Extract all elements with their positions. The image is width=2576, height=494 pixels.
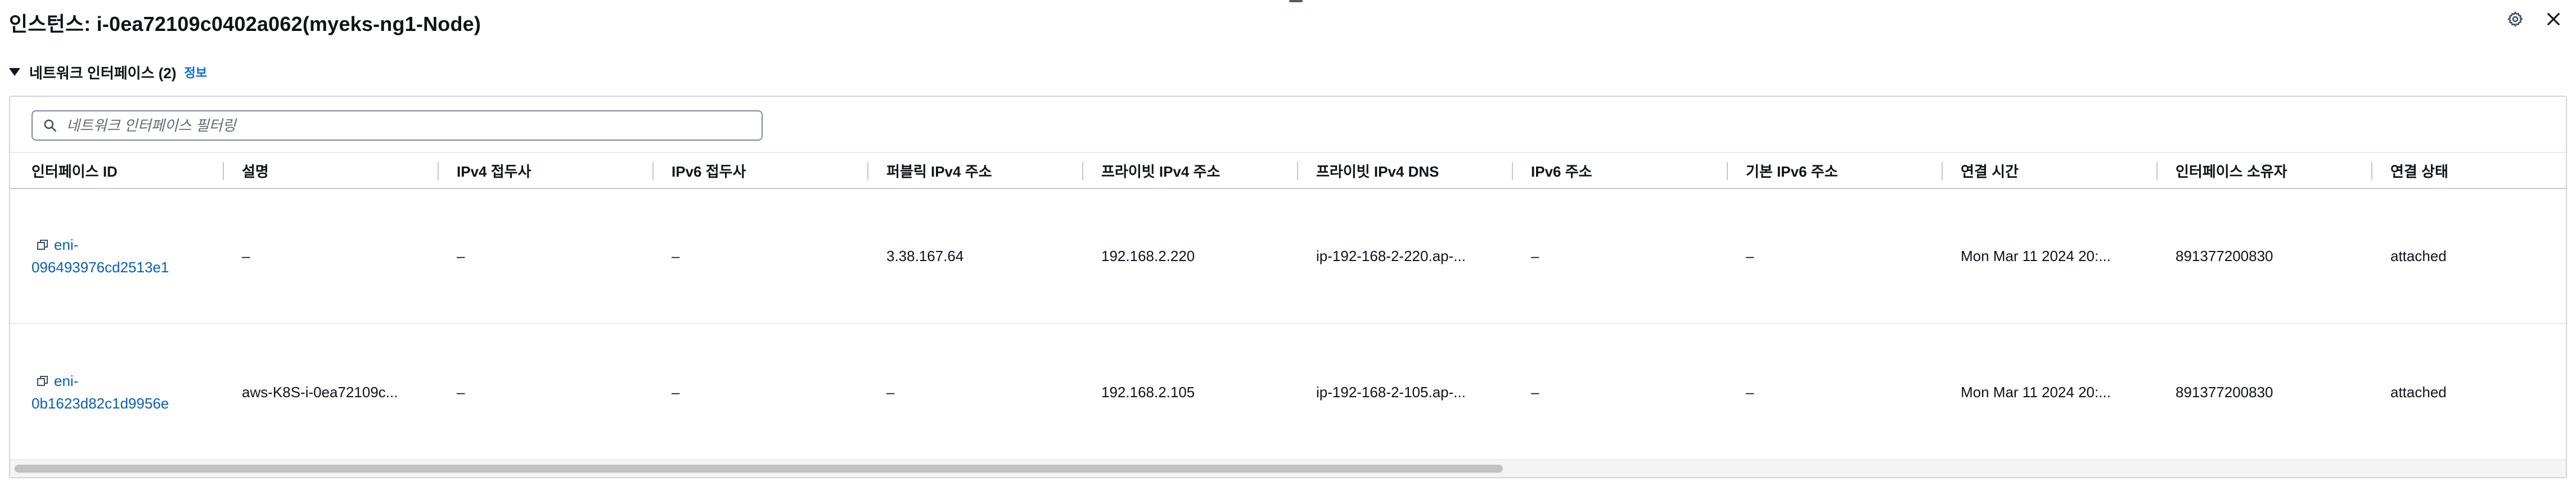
column-resizer[interactable] (2371, 162, 2372, 180)
filter-input[interactable] (65, 116, 742, 135)
column-header-private-ipv4[interactable]: 프라이빗 IPv4 주소 (1101, 153, 1220, 188)
interface-id-prefix[interactable]: eni- (54, 370, 78, 392)
interface-id-link[interactable]: eni- 0b1623d82c1d9956e (31, 325, 211, 459)
ipv4-prefix-cell: – (457, 247, 465, 264)
table-row: eni- 0b1623d82c1d9956e aws-K8S-i-0ea7210… (10, 325, 2566, 460)
attach-status-cell: attached (2390, 247, 2447, 264)
column-header-private-dns[interactable]: 프라이빗 IPv4 DNS (1316, 153, 1439, 188)
attach-status-cell: attached (2390, 383, 2447, 401)
ipv6-prefix-cell: – (672, 383, 680, 401)
column-header-ipv6-address[interactable]: IPv6 주소 (1531, 153, 1592, 188)
scrollbar-thumb[interactable] (15, 465, 1503, 473)
interface-owner-cell: 891377200830 (2176, 247, 2273, 264)
gear-icon[interactable] (2504, 8, 2527, 30)
column-header-ipv4-prefix[interactable]: IPv4 접두사 (457, 153, 531, 188)
interface-id-suffix[interactable]: 096493976cd2513e1 (31, 256, 169, 279)
column-resizer[interactable] (652, 162, 654, 180)
network-interfaces-section-toggle[interactable]: 네트워크 인터페이스 (2) 정보 (9, 61, 207, 83)
column-header-interface-owner[interactable]: 인터페이스 소유자 (2176, 153, 2287, 188)
column-header-attach-status[interactable]: 연결 상태 (2390, 153, 2448, 188)
column-header-description[interactable]: 설명 (242, 153, 269, 188)
ipv6-address-cell: – (1531, 247, 1539, 264)
public-ipv4-cell: – (886, 383, 895, 401)
ipv6-prefix-cell: – (672, 247, 680, 264)
interface-id-suffix[interactable]: 0b1623d82c1d9956e (31, 392, 169, 415)
column-resizer[interactable] (867, 162, 868, 180)
column-resizer[interactable] (438, 162, 439, 180)
column-resizer[interactable] (1942, 162, 1943, 180)
copy-icon[interactable] (36, 374, 49, 388)
primary-ipv6-cell: – (1746, 247, 1754, 264)
table-row: eni- 096493976cd2513e1 – – – 3.38.167.64… (10, 189, 2566, 324)
close-icon[interactable] (2542, 8, 2565, 30)
ipv4-prefix-cell: – (457, 383, 465, 401)
private-ipv4-cell: 192.168.2.105 (1101, 383, 1195, 401)
attach-time-cell: Mon Mar 11 2024 20:... (1961, 247, 2111, 264)
copy-icon[interactable] (36, 238, 49, 252)
column-header-public-ipv4[interactable]: 퍼블릭 IPv4 주소 (886, 153, 992, 188)
description-cell: – (242, 247, 250, 264)
column-resizer[interactable] (1297, 162, 1298, 180)
column-header-primary-ipv6[interactable]: 기본 IPv6 주소 (1746, 153, 1838, 188)
public-ipv4-cell: 3.38.167.64 (886, 247, 964, 264)
description-cell: aws-K8S-i-0ea72109c... (242, 383, 398, 401)
panel-resize-handle[interactable] (1289, 0, 1303, 2)
column-resizer[interactable] (1727, 162, 1728, 180)
section-title: 네트워크 인터페이스 (2) (29, 64, 177, 82)
column-resizer[interactable] (2156, 162, 2158, 180)
interface-id-link[interactable]: eni- 096493976cd2513e1 (31, 189, 211, 323)
ipv6-address-cell: – (1531, 383, 1539, 401)
search-icon (44, 119, 57, 132)
caret-down-icon (9, 68, 20, 76)
column-header-attach-time[interactable]: 연결 시간 (1961, 153, 2019, 188)
info-link[interactable]: 정보 (184, 63, 207, 81)
table-header-row: 인터페이스 ID 설명 IPv4 접두사 IPv6 접두사 퍼블릭 IPv4 주… (10, 152, 2566, 189)
horizontal-scrollbar[interactable] (10, 460, 2566, 477)
private-dns-cell: ip-192-168-2-220.ap-... (1316, 247, 1466, 264)
network-interfaces-table-container: 인터페이스 ID 설명 IPv4 접두사 IPv6 접두사 퍼블릭 IPv4 주… (9, 96, 2567, 478)
column-resizer[interactable] (1512, 162, 1513, 180)
filter-search-box[interactable] (31, 110, 763, 141)
filter-bar (10, 97, 2566, 152)
attach-time-cell: Mon Mar 11 2024 20:... (1961, 383, 2111, 401)
column-resizer[interactable] (223, 162, 224, 180)
private-dns-cell: ip-192-168-2-105.ap-... (1316, 383, 1466, 401)
interface-owner-cell: 891377200830 (2176, 383, 2273, 401)
column-resizer[interactable] (1082, 162, 1083, 180)
interface-id-prefix[interactable]: eni- (54, 233, 78, 256)
column-header-interface-id[interactable]: 인터페이스 ID (31, 153, 118, 188)
page-title: 인스턴스: i-0ea72109c0402a062(myeks-ng1-Node… (9, 12, 481, 35)
instance-detail-panel: 인스턴스: i-0ea72109c0402a062(myeks-ng1-Node… (0, 0, 2576, 494)
private-ipv4-cell: 192.168.2.220 (1101, 247, 1195, 264)
primary-ipv6-cell: – (1746, 383, 1754, 401)
column-header-ipv6-prefix[interactable]: IPv6 접두사 (672, 153, 746, 188)
